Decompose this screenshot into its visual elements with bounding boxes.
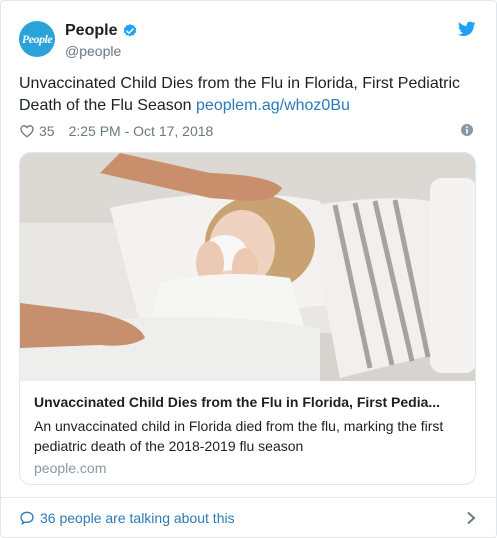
tweet-link[interactable]: peoplem.ag/whoz0Bu xyxy=(196,97,350,114)
tweet-text: Unvaccinated Child Dies from the Flu in … xyxy=(19,73,479,117)
avatar[interactable]: People xyxy=(19,21,55,57)
author-names[interactable]: People @people xyxy=(65,21,138,61)
embedded-tweet: People People @people Unvaccinated Child… xyxy=(0,0,497,538)
heart-icon[interactable] xyxy=(19,123,35,139)
tweet-meta: 35 2:25 PM - Oct 17, 2018 xyxy=(19,122,478,140)
timestamp[interactable]: 2:25 PM - Oct 17, 2018 xyxy=(69,123,214,139)
speech-bubble-icon xyxy=(20,511,34,525)
card-body[interactable]: Unvaccinated Child Dies from the Flu in … xyxy=(20,381,475,484)
tweet-header: People People @people xyxy=(19,19,478,63)
chevron-right-icon[interactable] xyxy=(466,511,476,525)
card-domain: people.com xyxy=(34,460,107,476)
card-image[interactable] xyxy=(20,153,476,381)
verified-badge-icon xyxy=(124,24,137,37)
twitter-bird-icon[interactable] xyxy=(458,21,476,37)
talking-about-link[interactable]: 36 people are talking about this xyxy=(40,510,235,526)
link-card[interactable]: Unvaccinated Child Dies from the Flu in … xyxy=(19,152,476,485)
card-title[interactable]: Unvaccinated Child Dies from the Flu in … xyxy=(34,393,463,412)
card-description: An unvaccinated child in Florida died fr… xyxy=(34,418,444,454)
handle[interactable]: @people xyxy=(65,41,138,61)
info-icon[interactable] xyxy=(460,123,474,137)
like-count[interactable]: 35 xyxy=(39,123,55,139)
display-name[interactable]: People xyxy=(65,21,138,41)
tweet-footer[interactable]: 36 people are talking about this xyxy=(1,497,497,537)
display-name-text[interactable]: People xyxy=(65,21,117,41)
